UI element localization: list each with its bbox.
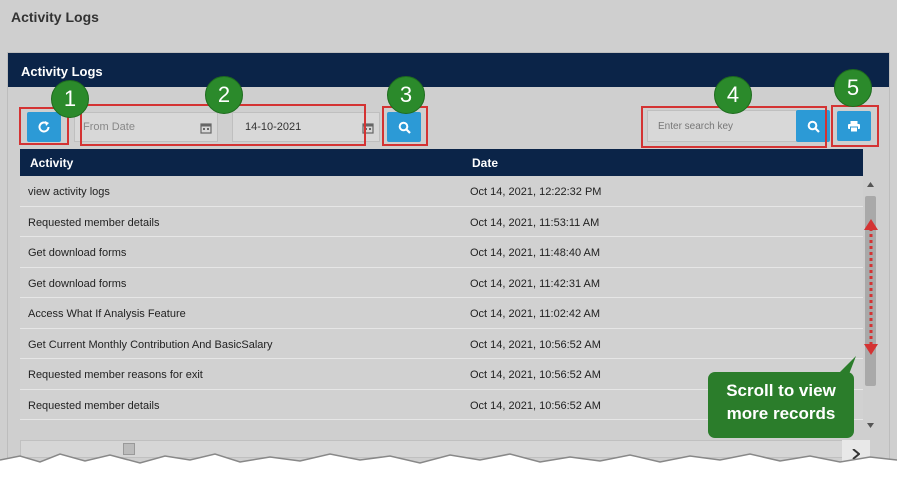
- activity-cell: Access What If Analysis Feature: [28, 308, 186, 320]
- date-cell: Oct 14, 2021, 10:56:52 AM: [470, 338, 601, 351]
- activity-cell: Requested member details: [28, 399, 160, 412]
- scroll-up-icon[interactable]: [867, 182, 874, 187]
- activity-cell: view activity logs: [28, 186, 110, 198]
- table-row[interactable]: Get Current Monthly Contribution And Bas…: [20, 328, 863, 359]
- torn-edge: [0, 453, 897, 478]
- scroll-hint-callout: Scroll to view more records: [708, 372, 854, 438]
- date-cell: Oct 14, 2021, 11:42:31 AM: [470, 277, 601, 290]
- date-cell: Oct 14, 2021, 10:56:52 AM: [470, 369, 601, 381]
- badge-5: 5: [834, 69, 872, 107]
- date-cell: Oct 14, 2021, 11:48:40 AM: [470, 247, 601, 259]
- callout-line-1: Scroll to view: [726, 381, 836, 400]
- activity-cell: Get download forms: [28, 247, 127, 259]
- date-cell: Oct 14, 2021, 11:53:11 AM: [470, 216, 600, 229]
- table-row[interactable]: view activity logs Oct 14, 2021, 12:22:32…: [20, 176, 863, 207]
- date-cell: Oct 14, 2021, 10:56:52 AM: [470, 399, 601, 412]
- badge-3: 3: [387, 76, 425, 114]
- badge-1: 1: [51, 80, 89, 118]
- badge-2: 2: [205, 76, 243, 114]
- badge-4: 4: [714, 76, 752, 114]
- column-header-date: Date: [472, 156, 499, 170]
- panel-header: Activity Logs: [8, 53, 889, 87]
- activity-cell: Requested member details: [28, 216, 160, 229]
- activity-cell: Requested member reasons for exit: [28, 369, 203, 381]
- table-header: Activity Date: [20, 149, 863, 176]
- column-header-activity: Activity: [30, 156, 74, 170]
- scroll-indicator-arrow-icon: [864, 219, 878, 355]
- highlight-box-5: [831, 105, 879, 147]
- activity-cell: Get download forms: [28, 277, 127, 290]
- date-cell: Oct 14, 2021, 11:02:42 AM: [470, 308, 601, 320]
- callout-line-2: more records: [726, 404, 836, 423]
- table-row[interactable]: Get download forms Oct 14, 2021, 11:42:31…: [20, 267, 863, 298]
- table-row[interactable]: Requested member details Oct 14, 2021, 11…: [20, 206, 863, 237]
- table-row[interactable]: Get download forms Oct 14, 2021, 11:48:40…: [20, 237, 863, 268]
- date-cell: Oct 14, 2021, 12:22:32 PM: [470, 186, 602, 198]
- page-title: Activity Logs: [11, 9, 99, 25]
- activity-cell: Get Current Monthly Contribution And Bas…: [28, 338, 273, 351]
- table-row[interactable]: Access What If Analysis Feature Oct 14, 2…: [20, 298, 863, 329]
- scroll-down-icon[interactable]: [867, 423, 874, 428]
